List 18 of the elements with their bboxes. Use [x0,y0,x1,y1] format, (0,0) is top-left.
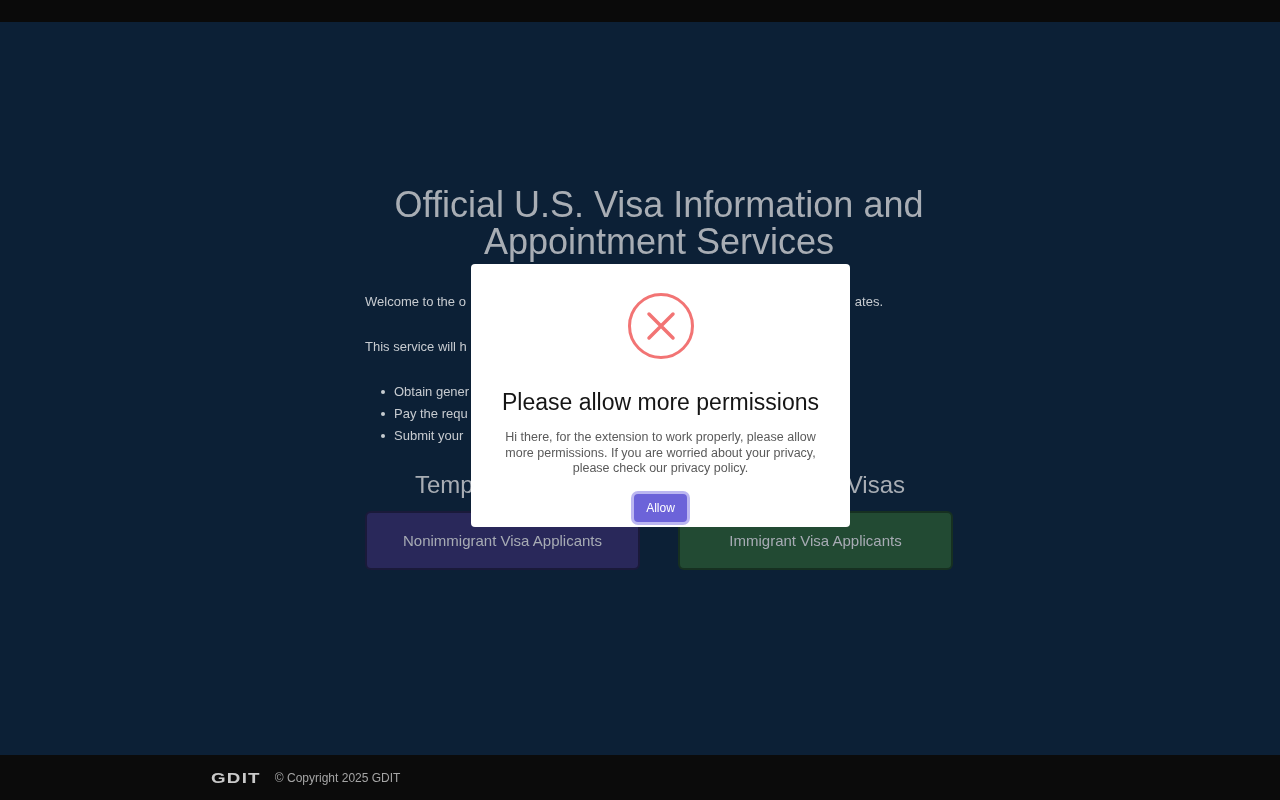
section-heading: Visas [846,471,905,499]
dialog-message: Hi there, for the extension to work properly, please allow more permissions. If you are worried about your privacy, please check our privacy policy. [504,430,817,477]
page-title: Official U.S. Visa Information and Appointment Services [393,186,925,260]
bullet-text: Obtain gener [394,384,470,400]
bullet-text: Submit your [394,428,464,444]
section-heading: Temp [415,471,474,499]
intro-text: This service will h [365,339,467,355]
bullet-icon [381,412,385,416]
bullet-icon [381,390,385,394]
dialog-title: Please allow more permissions [502,388,819,416]
allow-button[interactable]: Allow [634,493,687,522]
error-icon [627,293,694,359]
footer-logo: GDIT [211,769,261,786]
copyright-text: © Copyright 2025 GDIT [274,770,401,785]
bullet-text: Pay the requ [394,406,468,422]
bullet-icon [381,434,385,438]
intro-text: ates. [854,294,883,310]
intro-text: Welcome to the o [365,294,466,310]
